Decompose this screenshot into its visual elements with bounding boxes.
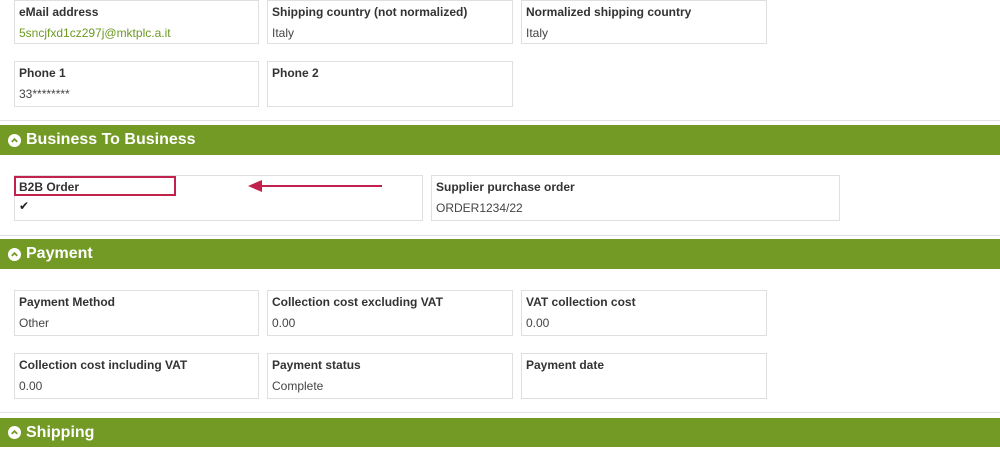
arrow-left-icon (248, 180, 382, 192)
collection-cost-incl-value: 0.00 (19, 379, 43, 393)
supplier-po-label: Supplier purchase order (436, 180, 575, 194)
payment-method-field: Payment Method Other (14, 290, 259, 336)
normalized-country-field: Normalized shipping country Italy (521, 0, 767, 44)
phone1-field: Phone 1 33******** (14, 61, 259, 107)
chevron-up-circle-icon[interactable] (8, 426, 21, 439)
email-field: eMail address 5sncjfxd1cz297j@mktplc.a.i… (14, 0, 259, 44)
section-divider (0, 412, 1000, 413)
collection-cost-excl-label: Collection cost excluding VAT (272, 295, 443, 309)
shipping-section-title: Shipping (26, 423, 95, 441)
email-link[interactable]: 5sncjfxd1cz297j@mktplc.a.it (19, 26, 258, 40)
vat-collection-cost-label: VAT collection cost (526, 295, 636, 309)
shipping-country-field: Shipping country (not normalized) Italy (267, 0, 513, 44)
collection-cost-incl-field: Collection cost including VAT 0.00 (14, 353, 259, 399)
payment-status-field: Payment status Complete (267, 353, 513, 399)
payment-date-label: Payment date (526, 358, 605, 372)
phone1-label: Phone 1 (19, 66, 66, 80)
highlight-box (14, 176, 176, 196)
chevron-up-circle-icon[interactable] (8, 133, 21, 147)
phone2-label: Phone 2 (272, 66, 319, 80)
b2b-section-header[interactable]: Business To Business (0, 125, 1000, 155)
shipping-country-label: Shipping country (not normalized) (272, 5, 468, 19)
payment-date-field: Payment date (521, 353, 767, 399)
normalized-country-label: Normalized shipping country (526, 5, 692, 19)
collection-cost-incl-label: Collection cost including VAT (19, 358, 188, 372)
shipping-country-value: Italy (272, 26, 295, 40)
shipping-section-header[interactable]: Shipping (0, 418, 1000, 447)
payment-status-label: Payment status (272, 358, 361, 372)
payment-section-header[interactable]: Payment (0, 239, 1000, 269)
section-divider (0, 120, 1000, 121)
supplier-po-field: Supplier purchase order ORDER1234/22 (431, 175, 840, 221)
email-label: eMail address (19, 5, 99, 19)
supplier-po-value: ORDER1234/22 (436, 201, 523, 215)
chevron-up-circle-icon[interactable] (8, 247, 21, 261)
b2b-section-title: Business To Business (26, 131, 196, 148)
normalized-country-value: Italy (526, 26, 549, 40)
payment-status-value: Complete (272, 379, 324, 393)
vat-collection-cost-value: 0.00 (526, 316, 550, 330)
payment-method-label: Payment Method (19, 295, 116, 309)
vat-collection-cost-field: VAT collection cost 0.00 (521, 290, 767, 336)
section-divider (0, 235, 1000, 236)
phone2-field: Phone 2 (267, 61, 513, 107)
collection-cost-excl-value: 0.00 (272, 316, 296, 330)
payment-section-title: Payment (26, 245, 93, 262)
collection-cost-excl-field: Collection cost excluding VAT 0.00 (267, 290, 513, 336)
payment-method-value: Other (19, 316, 50, 330)
check-icon: ✔ (19, 199, 30, 213)
phone1-value: 33******** (19, 87, 70, 101)
